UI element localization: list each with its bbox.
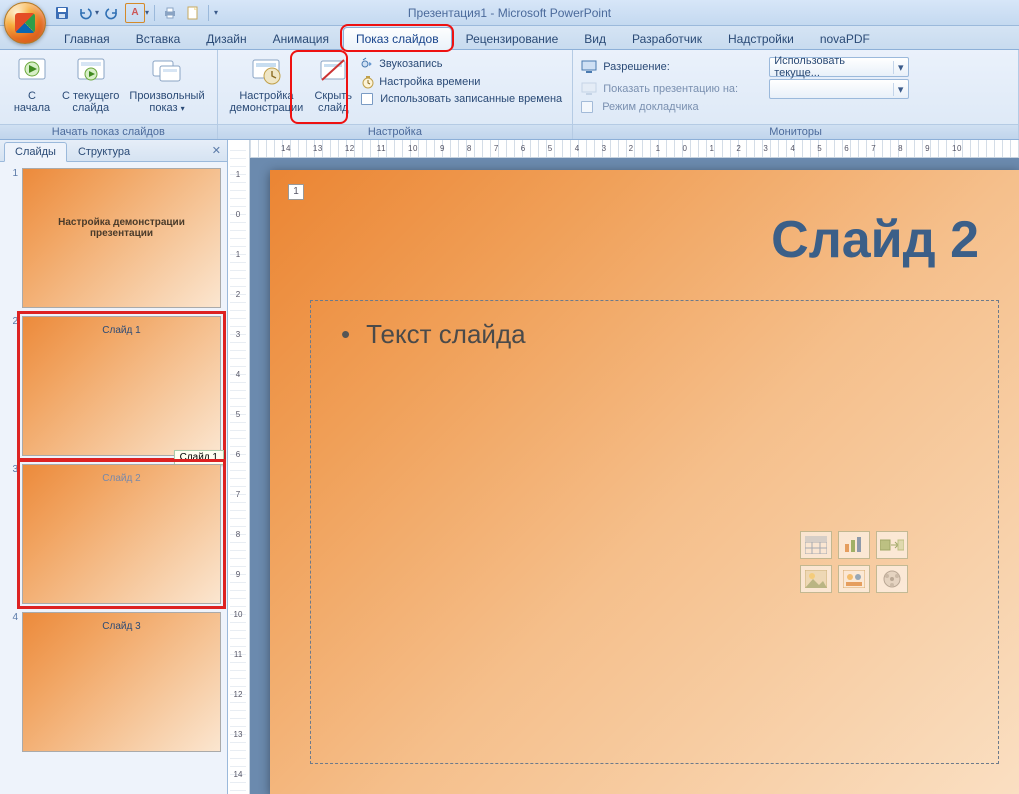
chevron-down-icon: ▾ xyxy=(893,83,907,96)
thumbnail[interactable]: Слайд 3 xyxy=(22,612,221,752)
hide-slide-icon xyxy=(317,56,349,88)
qat-separator xyxy=(208,5,209,21)
qat-save[interactable] xyxy=(52,3,72,23)
checkbox-icon xyxy=(361,93,373,105)
quick-print-icon xyxy=(163,6,177,20)
play-from-current-icon xyxy=(75,56,107,88)
thumbnails-list[interactable]: 1 Настройка демонстрациипрезентации 2 Сл… xyxy=(0,162,227,794)
slide-canvas[interactable]: 1 Слайд 2 Текст слайда xyxy=(270,170,1019,794)
checkbox-icon xyxy=(581,101,593,113)
tab-insert[interactable]: Вставка xyxy=(124,28,193,50)
tab-novapdf[interactable]: novaPDF xyxy=(808,28,882,50)
tab-design[interactable]: Дизайн xyxy=(194,28,258,50)
thumbnail-tooltip: Слайд 1 xyxy=(174,450,224,465)
qat-separator xyxy=(154,5,155,21)
thumbnail[interactable]: Слайд 1 Слайд 1 xyxy=(22,316,221,456)
qat-customize-dropdown[interactable]: ▾ xyxy=(214,8,218,17)
side-tab-slides[interactable]: Слайды xyxy=(4,142,67,162)
content-placeholder-icons xyxy=(800,531,908,593)
insert-clipart-icon[interactable] xyxy=(838,565,870,593)
ribbon: Сначала С текущегослайда Произвольныйпок… xyxy=(0,50,1019,140)
resolution-label: Разрешение: xyxy=(603,61,763,73)
content-placeholder[interactable]: Текст слайда xyxy=(310,300,999,764)
ribbon-tabs: Главная Вставка Дизайн Анимация Показ сл… xyxy=(0,26,1019,50)
save-icon xyxy=(55,6,69,20)
group-start-slideshow: Сначала С текущегослайда Произвольныйпок… xyxy=(0,50,218,139)
tab-developer[interactable]: Разработчик xyxy=(620,28,714,50)
insert-chart-icon[interactable] xyxy=(838,531,870,559)
spell-icon: A xyxy=(131,7,138,18)
slides-panel: Слайды Структура ✕ 1 Настройка демонстра… xyxy=(0,140,228,794)
insert-smartart-icon[interactable] xyxy=(876,531,908,559)
chevron-down-icon[interactable]: ▾ xyxy=(95,8,99,17)
record-narration-button[interactable]: Звукозапись xyxy=(359,56,564,72)
monitor-icon xyxy=(581,82,597,96)
quick-access-toolbar: ▾ A ▾ ▾ xyxy=(52,0,218,25)
new-icon xyxy=(186,6,200,20)
side-tab-outline[interactable]: Структура xyxy=(67,142,141,162)
clock-icon xyxy=(361,75,375,89)
monitor-icon xyxy=(581,60,597,74)
group-caption: Мониторы xyxy=(573,124,1018,139)
show-on-combo: ▾ xyxy=(769,79,909,99)
insert-table-icon[interactable] xyxy=(800,531,832,559)
thumbnail-row[interactable]: 3 Слайд 2 xyxy=(6,464,221,604)
thumbnail-row[interactable]: 1 Настройка демонстрациипрезентации xyxy=(6,168,221,308)
close-pane-button[interactable]: ✕ xyxy=(212,144,221,157)
setup-icon xyxy=(250,56,282,88)
rehearse-timings-button[interactable]: Настройка времени xyxy=(359,74,564,90)
play-from-start-icon xyxy=(16,56,48,88)
group-monitors: Разрешение: Использовать текуще...▾ Пока… xyxy=(573,50,1019,139)
microphone-icon xyxy=(361,57,375,71)
horizontal-ruler: 1413121110987654321012345678910 xyxy=(250,140,1019,158)
chevron-down-icon: ▾ xyxy=(893,61,907,74)
thumbnail-row[interactable]: 4 Слайд 3 xyxy=(6,612,221,752)
chevron-down-icon[interactable]: ▾ xyxy=(145,8,149,17)
use-timings-checkbox[interactable]: Использовать записанные времена xyxy=(359,92,564,106)
tab-animation[interactable]: Анимация xyxy=(261,28,341,50)
custom-show-icon xyxy=(151,56,183,88)
show-on-label: Показать презентацию на: xyxy=(603,83,763,95)
resolution-combo[interactable]: Использовать текуще...▾ xyxy=(769,57,909,77)
hide-slide-button[interactable]: Скрытьслайд xyxy=(309,54,357,116)
qat-spell[interactable]: A xyxy=(125,3,145,23)
qat-new[interactable] xyxy=(183,3,203,23)
vertical-ruler: 101234567891011121314 xyxy=(228,140,250,794)
from-current-button[interactable]: С текущегослайда xyxy=(58,54,123,116)
group-caption: Настройка xyxy=(218,124,573,139)
insert-picture-icon[interactable] xyxy=(800,565,832,593)
custom-show-button[interactable]: Произвольныйпоказ ▾ xyxy=(125,54,208,117)
tab-home[interactable]: Главная xyxy=(52,28,122,50)
setup-slideshow-button[interactable]: Настройкадемонстрации xyxy=(226,54,308,116)
redo-icon xyxy=(105,6,119,20)
title-bar: ▾ A ▾ ▾ Презентация1 - Microsoft PowerPo… xyxy=(0,0,1019,26)
insert-media-icon[interactable] xyxy=(876,565,908,593)
qat-undo[interactable] xyxy=(75,3,95,23)
qat-redo[interactable] xyxy=(102,3,122,23)
workspace: Слайды Структура ✕ 1 Настройка демонстра… xyxy=(0,140,1019,794)
from-beginning-button[interactable]: Сначала xyxy=(8,54,56,116)
tab-view[interactable]: Вид xyxy=(572,28,618,50)
slide-page-number: 1 xyxy=(288,184,304,200)
bullet-text[interactable]: Текст слайда xyxy=(341,319,998,350)
thumbnail-row[interactable]: 2 Слайд 1 Слайд 1 xyxy=(6,316,221,456)
tab-slideshow[interactable]: Показ слайдов xyxy=(343,27,452,50)
tab-review[interactable]: Рецензирование xyxy=(454,28,571,50)
group-caption: Начать показ слайдов xyxy=(0,124,217,139)
group-setup: Настройкадемонстрации Скрытьслайд Звукоз… xyxy=(218,50,574,139)
slide-editor[interactable]: 1413121110987654321012345678910 1 Слайд … xyxy=(250,140,1019,794)
qat-quick-print[interactable] xyxy=(160,3,180,23)
side-pane-tabs: Слайды Структура ✕ xyxy=(0,140,227,162)
thumbnail-selected[interactable]: Слайд 2 xyxy=(22,464,221,604)
chevron-down-icon: ▾ xyxy=(181,104,185,113)
slide-title-text[interactable]: Слайд 2 xyxy=(771,210,979,270)
office-button[interactable] xyxy=(4,2,46,44)
presenter-view-label: Режим докладчика xyxy=(602,101,762,113)
tab-addins[interactable]: Надстройки xyxy=(716,28,806,50)
thumbnail[interactable]: Настройка демонстрациипрезентации xyxy=(22,168,221,308)
undo-icon xyxy=(78,6,92,20)
